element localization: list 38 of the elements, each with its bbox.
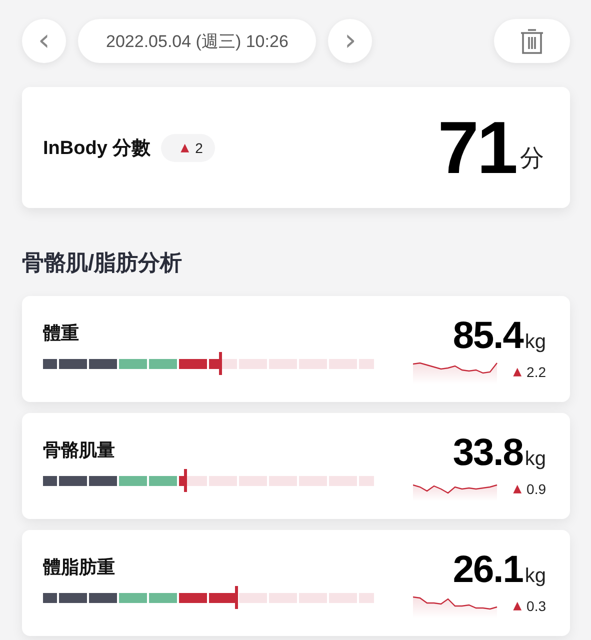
metric-value: 33.8 [452, 432, 523, 474]
metric-name: 體重 [43, 322, 80, 345]
bar-segment [117, 593, 147, 603]
next-button[interactable]: › [328, 19, 372, 63]
bar-segment [147, 476, 177, 486]
bar-segment [207, 593, 237, 603]
bar-segment [147, 359, 177, 369]
trash-icon [520, 27, 544, 55]
previous-button[interactable]: ‹ [22, 19, 66, 63]
up-triangle-icon: ▲ [513, 482, 522, 495]
metric-value: 85.4 [452, 314, 523, 358]
unit-label: kg [524, 448, 546, 470]
change-value: 2 [195, 140, 203, 156]
unit-label: kg [524, 330, 546, 354]
change-value: 0.9 [526, 480, 546, 496]
metric-name: 骨骼肌量 [43, 439, 116, 462]
up-triangle-icon: ▲ [513, 599, 522, 612]
up-triangle-icon: ▲ [180, 141, 190, 154]
score-unit: 分 [520, 144, 544, 174]
score-value: 71 [438, 105, 516, 190]
metric-name: 體脂肪重 [43, 556, 116, 579]
bar-segment [87, 593, 117, 603]
delete-button[interactable] [494, 19, 570, 63]
bar-segment [87, 476, 117, 486]
section-title: 骨骼肌/脂肪分析 [22, 249, 184, 277]
up-triangle-icon: ▲ [513, 365, 522, 378]
date-button[interactable]: 2022.05.04 (週三) 10:26 [78, 19, 316, 63]
bar-segment [177, 359, 207, 369]
change-value: 2.2 [526, 364, 546, 380]
unit-label: kg [524, 564, 546, 588]
score-label: InBody 分數 [43, 136, 151, 160]
bar-segment [177, 593, 207, 603]
bar-segment [147, 593, 177, 603]
metric-value: 26.1 [452, 548, 523, 592]
bar-segment [117, 476, 147, 486]
change-value: 0.3 [526, 598, 546, 614]
bar-segment [117, 359, 147, 369]
bar-segment [87, 359, 117, 369]
